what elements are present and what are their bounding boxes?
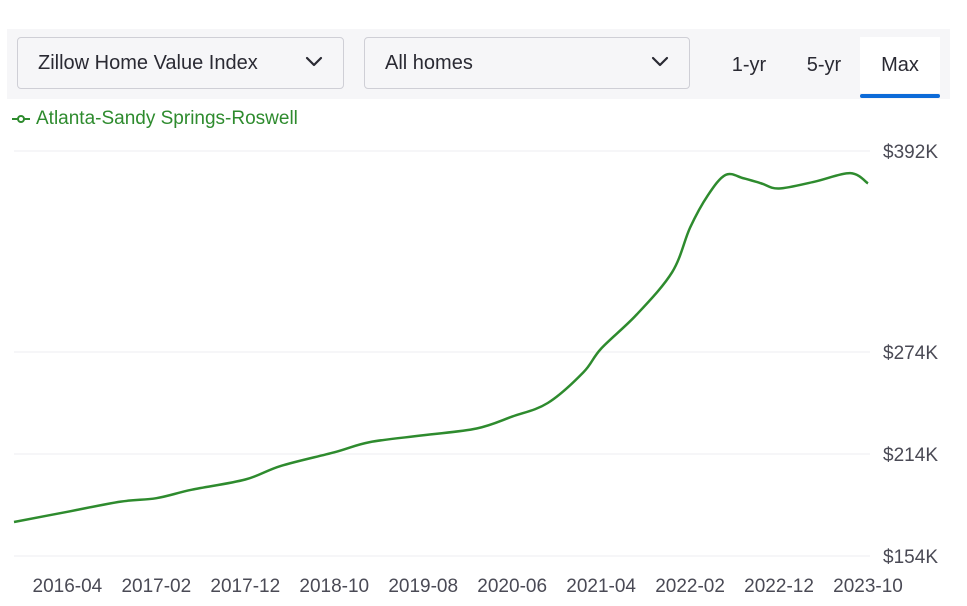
x-tick-label: 2022-02: [655, 576, 725, 597]
line-chart: $392K $274K $214K $154K 2016-04 2017-02 2017-1…: [13, 142, 938, 597]
x-tick-label: 2019-08: [388, 576, 458, 597]
x-tick-label: 2022-12: [744, 576, 814, 597]
series-line[interactable]: [13, 171, 869, 524]
x-tick-label: 2020-06: [477, 576, 547, 597]
x-tick-label: 2018-10: [299, 576, 369, 597]
x-tick-label: 2023-10: [833, 576, 903, 597]
y-tick-label: $392K: [883, 142, 938, 163]
y-tick-label: $154K: [883, 547, 938, 568]
x-tick-label: 2017-12: [210, 576, 280, 597]
x-tick-label: 2017-02: [121, 576, 191, 597]
x-tick-label: 2021-04: [566, 576, 636, 597]
x-tick-label: 2016-04: [33, 576, 103, 597]
y-tick-label: $214K: [883, 445, 938, 466]
y-tick-label: $274K: [883, 343, 938, 364]
